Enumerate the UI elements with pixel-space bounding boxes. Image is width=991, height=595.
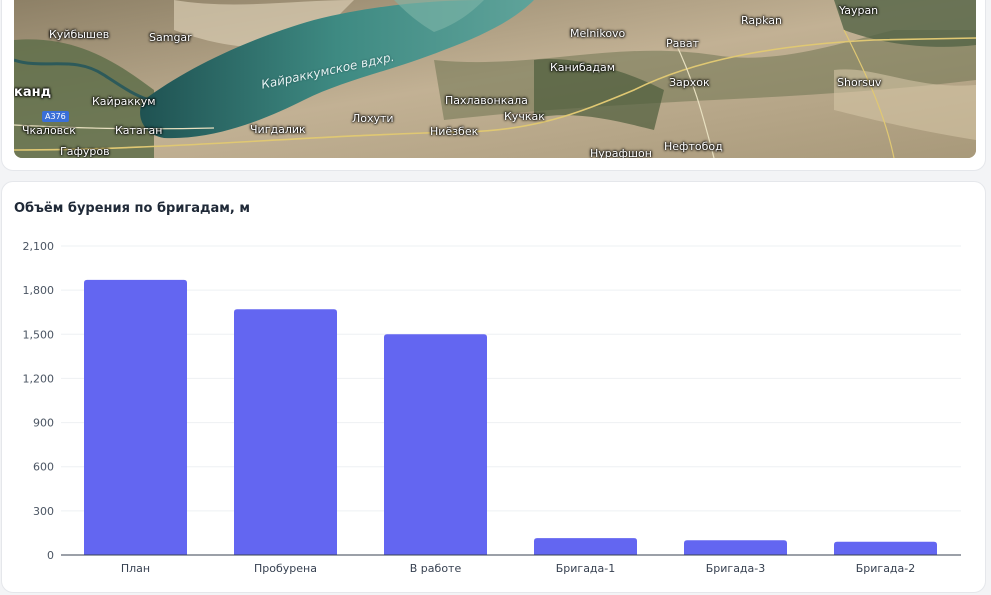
satellite-map[interactable]: Куйбышев Samgar Кайраккумское вдхр. канд… <box>14 0 976 158</box>
map-label: Shorsuv <box>837 76 882 89</box>
bar <box>384 334 487 555</box>
map-label: Samgar <box>149 31 192 44</box>
map-label: Рават <box>666 37 700 50</box>
y-tick-label: 0 <box>47 549 54 562</box>
bar-chart: 0 300 600 900 1,200 1,500 1,800 2,100 План Пробур… <box>23 240 961 575</box>
map-label: канд <box>14 85 52 100</box>
bar <box>534 538 637 555</box>
map-label: Melnikovo <box>570 27 626 40</box>
x-tick-label: План <box>121 562 150 575</box>
y-tick-label: 2,100 <box>23 240 55 253</box>
map-label: Зархок <box>669 76 710 89</box>
map-label: Чкаловск <box>22 124 76 137</box>
chart-card: Объём бурения по бригадам, м 0 300 600 900 1… <box>1 181 986 593</box>
map-label: Лохути <box>352 112 394 125</box>
map-label: Нурафшон <box>590 147 652 158</box>
map-label: Куйбышев <box>49 28 110 41</box>
x-tick-label: Бригада-3 <box>706 562 766 575</box>
bar <box>234 309 337 555</box>
y-tick-label: 1,800 <box>23 284 55 297</box>
map-label: Yaypan <box>839 4 879 17</box>
map-card: Куйбышев Samgar Кайраккумское вдхр. канд… <box>1 0 986 171</box>
y-tick-label: 600 <box>33 461 54 474</box>
road-badge: A376 <box>42 111 69 122</box>
y-tick-label: 300 <box>33 505 54 518</box>
map-label: Катаган <box>115 124 163 137</box>
map-label: Rapkan <box>741 14 783 27</box>
x-tick-label: Бригада-2 <box>856 562 916 575</box>
bar <box>684 540 787 555</box>
y-tick-label: 1,200 <box>23 372 55 385</box>
map-label: Гафуров <box>60 145 110 158</box>
map-label: Ниёзбек <box>430 125 479 138</box>
map-label: Кучкак <box>504 110 545 123</box>
map-label: Канибадам <box>550 61 616 74</box>
map-label: Нефтобод <box>664 140 723 153</box>
x-tick-label: В работе <box>410 562 462 575</box>
y-tick-label: 1,500 <box>23 328 55 341</box>
x-tick-label: Пробурена <box>254 562 317 575</box>
y-tick-label: 900 <box>33 417 54 430</box>
bar <box>834 541 937 555</box>
map-label: Чигдалик <box>250 123 306 136</box>
map-label: Пахлавонкала <box>445 94 528 107</box>
x-tick-label: Бригада-1 <box>556 562 616 575</box>
map-label: Кайраккум <box>92 95 156 108</box>
bar <box>84 279 187 555</box>
